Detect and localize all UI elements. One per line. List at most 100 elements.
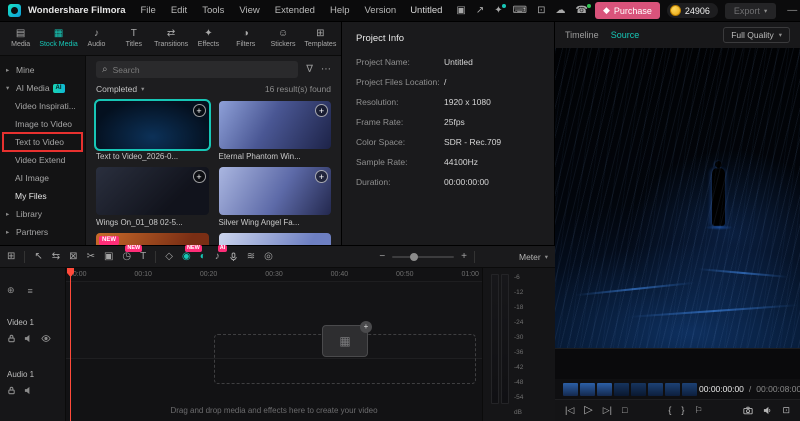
meter-toggle[interactable]: Meter ▾: [482, 252, 548, 262]
split-icon[interactable]: ✂: [87, 251, 95, 262]
sidebar-item-video-extend[interactable]: Video Extend: [0, 151, 85, 169]
add-to-timeline-button[interactable]: +: [192, 104, 206, 117]
hide-track-icon[interactable]: [41, 331, 51, 346]
audio-mixer-icon[interactable]: ≋: [247, 251, 255, 262]
ai-credits-icon[interactable]: ✦: [494, 3, 507, 16]
add-to-timeline-button[interactable]: +: [315, 170, 328, 183]
menu-version[interactable]: Version: [365, 5, 397, 16]
track-manager-icon[interactable]: ≡: [28, 285, 33, 296]
source-filmstrip[interactable]: 00:00:00:00 / 00:00:08:00: [555, 379, 800, 399]
minimize-button[interactable]: —: [787, 5, 797, 16]
play-button[interactable]: ▷: [584, 405, 592, 416]
step-forward-button[interactable]: ▷|: [603, 406, 612, 415]
keyboard-shortcut-icon[interactable]: ⌨: [513, 5, 527, 16]
smart-cutout-icon[interactable]: ◐: [200, 251, 206, 262]
tab-media[interactable]: ▤ Media: [2, 22, 39, 55]
support-icon[interactable]: ☎: [575, 3, 592, 16]
mute-track-icon[interactable]: [24, 331, 33, 346]
toggle-media-panel-icon[interactable]: ⊞: [7, 251, 15, 262]
menu-edit[interactable]: Edit: [171, 5, 187, 16]
menu-view[interactable]: View: [239, 5, 259, 16]
add-track-icon[interactable]: ⊕: [7, 285, 15, 296]
media-card[interactable]: [218, 233, 331, 245]
playhead[interactable]: [70, 268, 71, 421]
ai-audio-icon[interactable]: ♪ AI: [215, 244, 228, 262]
zoom-in-icon[interactable]: +: [461, 251, 467, 262]
media-card[interactable]: + Silver Wing Angel Fa...: [218, 167, 331, 227]
time-ruler[interactable]: 00:00 00:10 00:20 00:30 00:40 00:50 01:0…: [66, 268, 482, 282]
cloud-backup-icon[interactable]: ☁: [555, 5, 565, 16]
media-thumbnail[interactable]: NEW Free Zero Fruits: [96, 233, 209, 245]
tab-filters[interactable]: ◑ Filters: [227, 22, 264, 55]
sidebar-item-mine[interactable]: ▸ Mine: [0, 61, 85, 79]
sidebar-item-my-files[interactable]: My Files: [0, 187, 85, 205]
ripple-edit-icon[interactable]: ⇆: [52, 251, 60, 262]
media-thumbnail[interactable]: [218, 233, 331, 245]
menu-file[interactable]: File: [141, 5, 156, 16]
stop-button[interactable]: □: [622, 406, 627, 415]
delete-icon[interactable]: ⊠: [69, 251, 77, 262]
sidebar-item-library[interactable]: ▸ Library: [0, 205, 85, 223]
tab-source-preview[interactable]: Source: [611, 30, 640, 40]
tab-effects[interactable]: ✦ Effects: [190, 22, 227, 55]
text-tool-icon[interactable]: T: [140, 251, 146, 262]
add-to-timeline-button[interactable]: +: [192, 170, 206, 183]
screen-record-icon[interactable]: ◎: [264, 251, 273, 262]
mute-button[interactable]: [763, 406, 772, 415]
sidebar-item-partners[interactable]: ▸ Partners: [0, 223, 85, 241]
keyframe-icon[interactable]: ◇: [165, 251, 173, 262]
crop-icon[interactable]: ▣: [104, 251, 113, 262]
filter-icon[interactable]: ∇: [306, 64, 313, 75]
status-filter-dropdown[interactable]: Completed ▾: [96, 84, 144, 94]
voiceover-icon[interactable]: [229, 251, 238, 262]
sidebar-item-ai-image[interactable]: AI Image: [0, 169, 85, 187]
lock-track-icon[interactable]: [7, 331, 16, 346]
sidebar-item-image-to-video[interactable]: Image to Video: [0, 115, 85, 133]
lock-track-icon[interactable]: [7, 383, 16, 398]
tab-audio[interactable]: ♪ Audio: [78, 22, 115, 55]
add-to-timeline-button[interactable]: +: [315, 104, 328, 117]
media-thumbnail[interactable]: +: [94, 99, 211, 151]
media-drop-zone[interactable]: ▦ +: [214, 321, 476, 384]
media-thumbnail[interactable]: +: [96, 167, 209, 215]
zoom-slider-thumb[interactable]: [410, 252, 419, 261]
mark-out-button[interactable]: }: [681, 406, 684, 415]
tab-stock-media[interactable]: ▦ Stock Media: [39, 22, 78, 55]
fullscreen-button[interactable]: ⊡: [782, 406, 790, 415]
tab-transitions[interactable]: ⇄ Transitions: [152, 22, 189, 55]
quality-dropdown[interactable]: Full Quality ▾: [723, 27, 790, 43]
media-card[interactable]: + Wings On_01_08 02-5...: [96, 167, 209, 227]
step-backward-button[interactable]: |◁: [565, 406, 574, 415]
display-icon[interactable]: ⊡: [537, 5, 545, 16]
mute-track-icon[interactable]: [24, 383, 33, 398]
snapshot-button[interactable]: [743, 406, 754, 415]
purchase-button[interactable]: ◆ Purchase: [594, 2, 660, 19]
sidebar-item-text-to-video[interactable]: Text to Video: [0, 132, 85, 152]
menu-extended[interactable]: Extended: [275, 5, 315, 16]
tab-templates[interactable]: ⊞ Templates: [302, 22, 339, 55]
zoom-slider[interactable]: [392, 252, 455, 261]
chroma-key-icon[interactable]: ◉ NEW: [182, 244, 202, 262]
menu-help[interactable]: Help: [330, 5, 350, 16]
mark-in-button[interactable]: {: [668, 406, 671, 415]
speed-ramp-icon[interactable]: ◷ NEW: [122, 244, 143, 262]
menu-tools[interactable]: Tools: [202, 5, 224, 16]
select-tool-icon[interactable]: ↖: [34, 251, 42, 262]
media-card[interactable]: + Eternal Phantom Win...: [218, 101, 331, 161]
media-thumbnail[interactable]: +: [218, 167, 331, 215]
export-button[interactable]: Export ▾: [724, 2, 777, 19]
track-area[interactable]: 00:00 00:10 00:20 00:30 00:40 00:50 01:0…: [66, 268, 482, 421]
media-card[interactable]: + Text to Video_2026-0...: [94, 99, 211, 161]
media-thumbnail[interactable]: +: [218, 101, 331, 149]
more-options-icon[interactable]: ⋯: [321, 64, 331, 75]
sidebar-item-ai-media[interactable]: ▾ AI Media AI: [0, 79, 85, 97]
media-card[interactable]: NEW Free Zero Fruits: [96, 233, 209, 245]
search-box[interactable]: ⌕: [96, 61, 299, 78]
add-marker-button[interactable]: ⚐: [694, 406, 702, 415]
coin-balance[interactable]: 24906: [666, 3, 718, 18]
tab-stickers[interactable]: ☺ Stickers: [264, 22, 301, 55]
share-icon[interactable]: ↗: [476, 5, 484, 16]
media-placeholder-icon[interactable]: ▦ +: [322, 321, 372, 357]
tab-titles[interactable]: T Titles: [115, 22, 152, 55]
sidebar-item-video-inspiration[interactable]: Video Inspirati...: [0, 97, 85, 115]
